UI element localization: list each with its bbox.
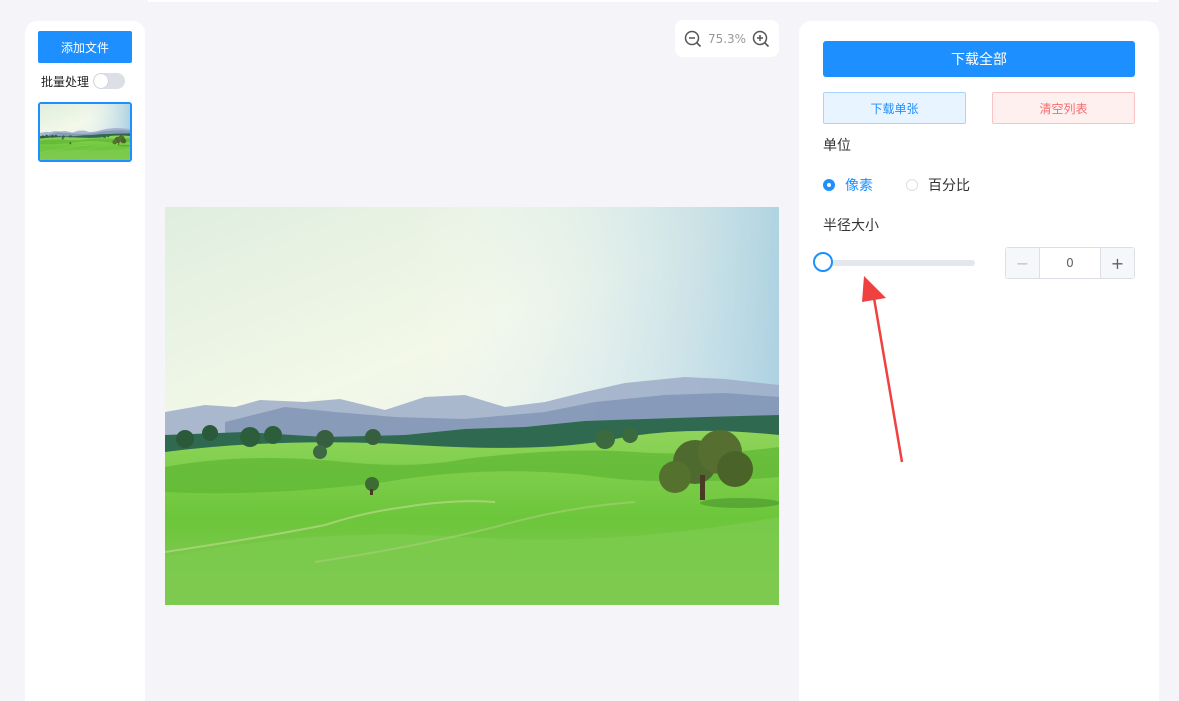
radius-input[interactable] (1040, 248, 1100, 278)
zoom-value: 75.3% (707, 31, 747, 46)
add-file-button[interactable]: 添加文件 (38, 31, 132, 63)
landscape-image (165, 207, 779, 605)
unit-option-pixel[interactable]: 像素 (823, 175, 873, 195)
download-one-button[interactable]: 下载单张 (823, 92, 966, 124)
thumbnail-image (40, 104, 130, 160)
radius-label: 半径大小 (823, 218, 879, 234)
radius-slider-handle[interactable] (813, 252, 833, 272)
unit-option-percent-label: 百分比 (928, 178, 970, 194)
file-sidebar: 添加文件 批量处理 (25, 21, 145, 701)
batch-label: 批量处理 (41, 74, 90, 89)
settings-panel: 下载全部 下载单张 清空列表 单位 像素 百分比 半径大小 − + (799, 21, 1159, 701)
batch-toggle[interactable] (93, 73, 126, 89)
unit-option-percent[interactable]: 百分比 (906, 175, 970, 195)
download-all-button[interactable]: 下载全部 (823, 41, 1135, 77)
batch-row: 批量处理 (41, 72, 126, 90)
unit-option-pixel-label: 像素 (845, 178, 873, 194)
minus-icon[interactable]: − (1006, 248, 1040, 278)
image-preview (165, 207, 779, 605)
radius-slider-track[interactable] (823, 260, 975, 266)
unit-radio-group: 像素 百分比 (823, 175, 1003, 195)
zoom-control: 75.3% (675, 20, 779, 57)
unit-label: 单位 (823, 138, 851, 154)
radio-checked-icon (823, 179, 835, 191)
zoom-out-icon[interactable] (683, 29, 703, 49)
zoom-in-icon[interactable] (751, 29, 771, 49)
plus-icon[interactable]: + (1100, 248, 1134, 278)
top-bar (148, 0, 1159, 2)
clear-list-button[interactable]: 清空列表 (992, 92, 1135, 124)
radio-unchecked-icon (906, 179, 918, 191)
file-thumbnail[interactable] (38, 102, 132, 162)
radius-stepper: − + (1005, 247, 1135, 279)
